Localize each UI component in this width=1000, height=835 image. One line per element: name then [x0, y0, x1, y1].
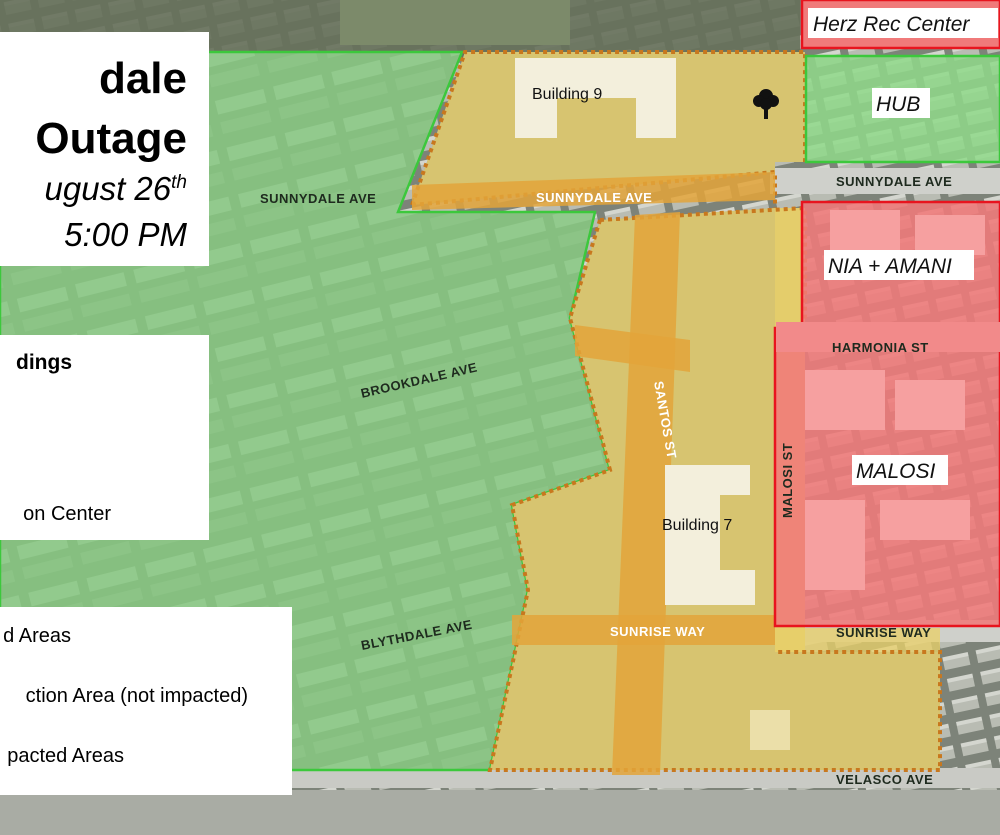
building-7-label: Building 7	[662, 517, 732, 534]
street-velasco: VELASCO AVE	[836, 772, 933, 787]
buildings-item: on Center	[23, 503, 111, 525]
legend-item-1: d Areas	[3, 625, 71, 647]
hub-label-box: HUB	[872, 88, 930, 118]
herz-label-box: Herz Rec Center	[808, 8, 998, 38]
title-time: 5:00 PM	[64, 216, 187, 253]
legend-panel: d Areas ction Area (not impacted) pacted…	[0, 607, 292, 795]
date-suffix: th	[171, 172, 187, 193]
legend-item-3: pacted Areas	[7, 745, 124, 767]
legend-item-2: ction Area (not impacted)	[25, 685, 248, 707]
nia-label-box: NIA + AMANI	[824, 250, 974, 280]
buildings-heading: dings	[16, 351, 72, 374]
title-line-2: Outage	[35, 114, 187, 163]
malosi-label: MALOSI	[856, 460, 936, 483]
buildings-panel: dings on Center	[0, 335, 209, 540]
street-sunrise-mid: SUNRISE WAY	[610, 624, 705, 639]
hub-label: HUB	[876, 93, 920, 116]
street-sunnydale-left: SUNNYDALE AVE	[260, 191, 376, 206]
title-date: ugust 26th	[45, 170, 187, 208]
park-patch	[340, 0, 570, 45]
building-9-label: Building 9	[532, 86, 602, 103]
street-sunnydale-right: SUNNYDALE AVE	[836, 174, 952, 189]
herz-rec-center-label: Herz Rec Center	[813, 13, 970, 36]
south-rooftops	[0, 790, 1000, 835]
street-sunrise-right: SUNRISE WAY	[836, 625, 931, 640]
small-building	[750, 710, 790, 750]
title-panel: dale Outage ugust 26th 5:00 PM	[0, 32, 209, 266]
malosi-label-box: MALOSI	[852, 455, 948, 485]
date-text: ugust 26	[44, 170, 172, 207]
title-line-1: dale	[98, 54, 187, 103]
street-sunnydale-mid: SUNNYDALE AVE	[536, 190, 652, 205]
street-harmonia: HARMONIA ST	[832, 340, 929, 355]
tree-icon	[753, 89, 779, 119]
nia-amani-label: NIA + AMANI	[828, 255, 952, 278]
street-malosi: MALOSI ST	[780, 443, 795, 518]
